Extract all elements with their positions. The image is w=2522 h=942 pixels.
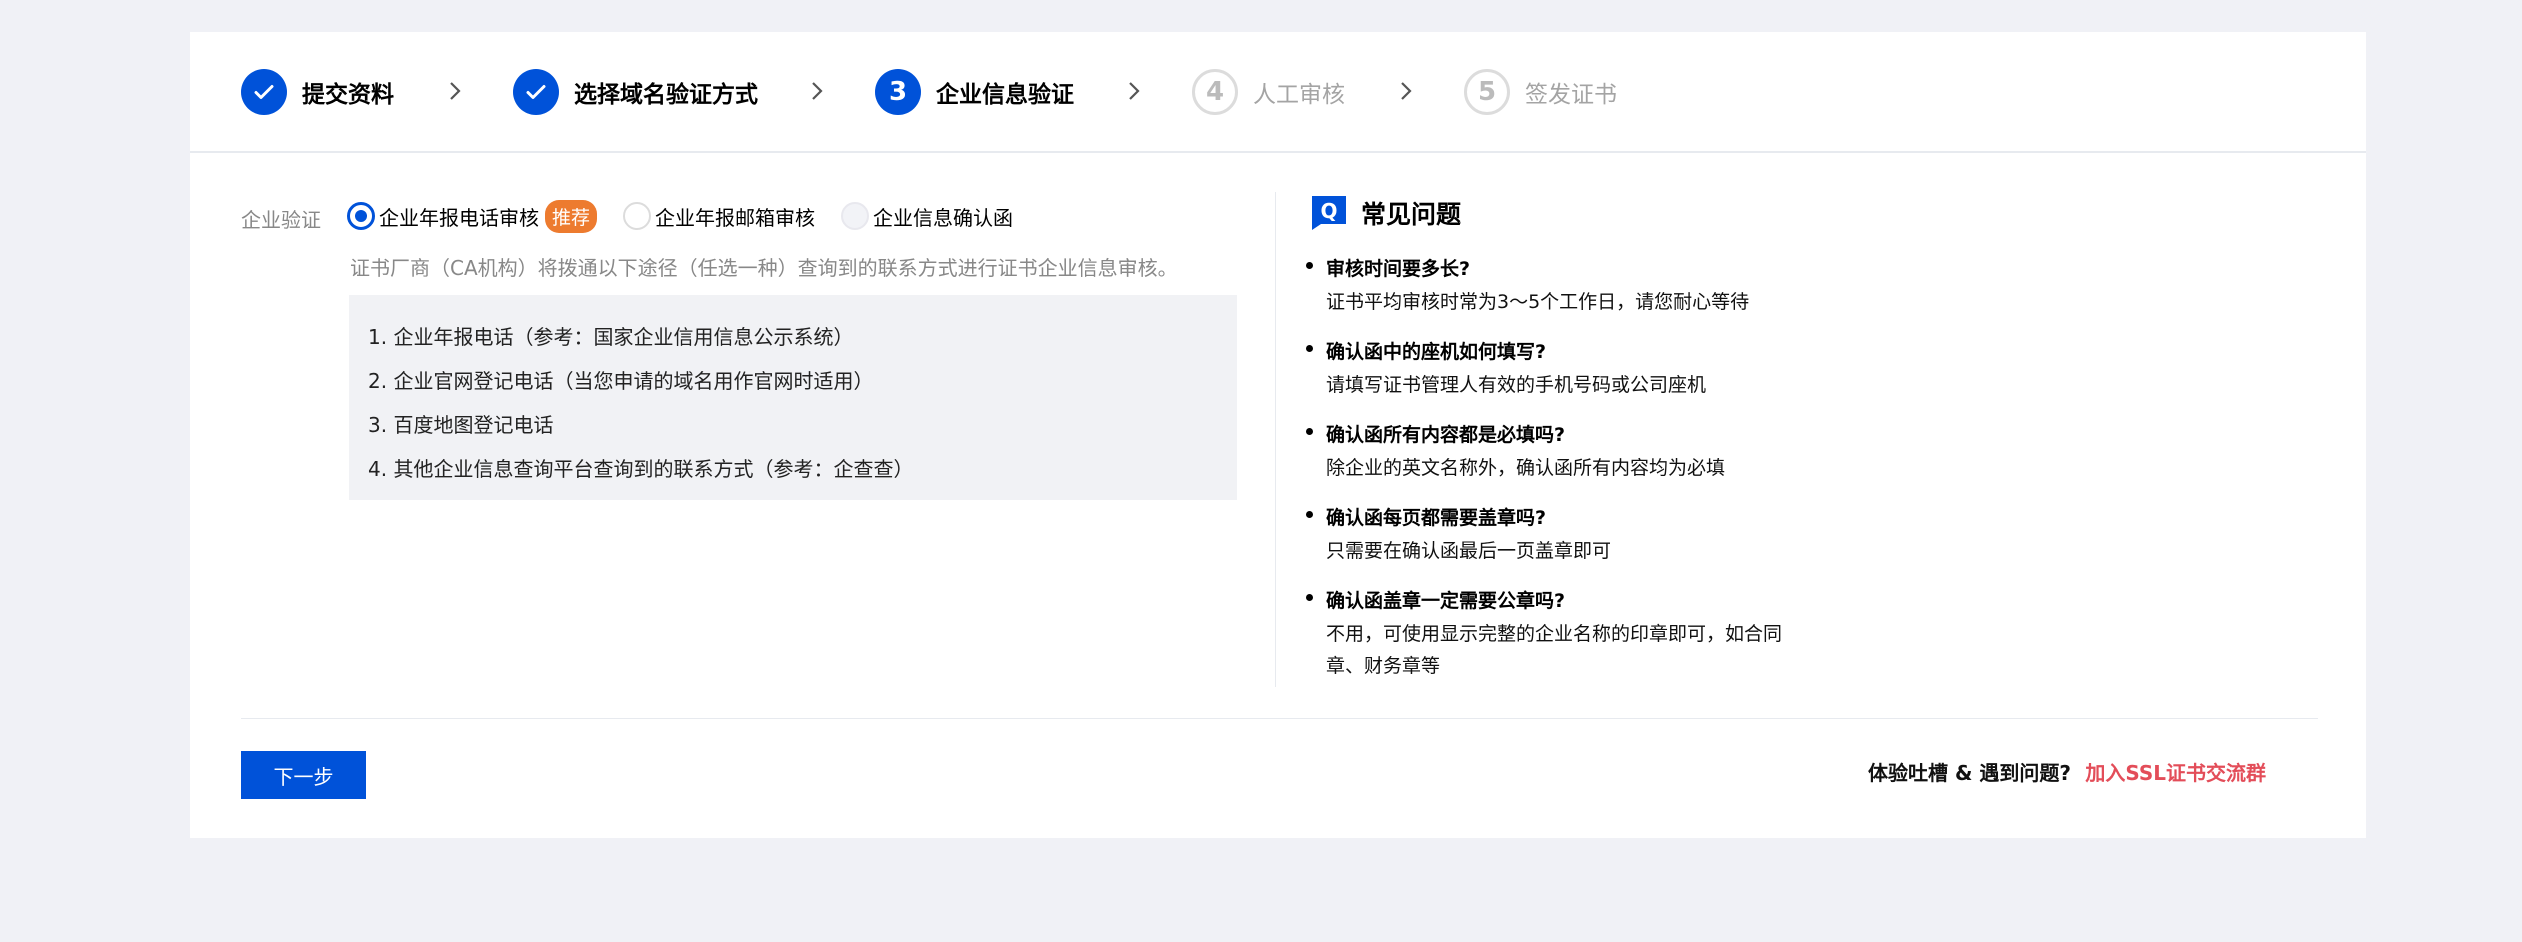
faq-item: 确认函中的座机如何填写? 请填写证书管理人有效的手机号码或公司座机 — [1302, 335, 1822, 401]
horizontal-divider — [241, 718, 2318, 719]
step-number: 5 — [1464, 69, 1510, 115]
faq-question: 确认函所有内容都是必填吗? — [1326, 424, 1566, 446]
faq-item: 审核时间要多长? 证书平均审核时常为3～5个工作日，请您耐心等待 — [1302, 252, 1822, 318]
join-group-link[interactable]: 加入SSL证书交流群 — [2085, 761, 2266, 785]
radio-option-phone[interactable]: 企业年报电话审核 推荐 — [347, 199, 598, 233]
faq-list: 审核时间要多长? 证书平均审核时常为3～5个工作日，请您耐心等待 确认函中的座机… — [1302, 252, 1822, 699]
step-label: 签发证书 — [1525, 82, 1617, 108]
chevron-right-icon — [812, 82, 823, 100]
bullet-icon — [1306, 262, 1313, 269]
bullet-icon — [1306, 511, 1313, 518]
svg-text:Q: Q — [1320, 199, 1337, 223]
step-domain-validation: 选择域名验证方式 — [513, 68, 758, 116]
step-manual-review: 4 人工审核 — [1192, 68, 1345, 116]
step-label: 选择域名验证方式 — [574, 82, 758, 108]
faq-answer: 证书平均审核时常为3～5个工作日，请您耐心等待 — [1326, 291, 1750, 313]
field-label-company-verify: 企业验证 — [241, 208, 321, 232]
faq-item: 确认函所有内容都是必填吗? 除企业的英文名称外，确认函所有内容均为必填 — [1302, 418, 1822, 484]
faq-title: 常见问题 — [1361, 200, 1462, 229]
step-number: 3 — [875, 69, 921, 115]
step-indicator: 提交资料 选择域名验证方式 3 企业信息验证 4 人工审核 5 签发证书 — [190, 32, 2366, 153]
faq-icon: Q — [1312, 196, 1346, 230]
chevron-right-icon — [1129, 82, 1140, 100]
bullet-icon — [1306, 594, 1313, 601]
list-item: 4. 其他企业信息查询平台查询到的联系方式（参考：企查查） — [368, 457, 914, 481]
recommend-badge: 推荐 — [545, 199, 598, 233]
faq-answer: 只需要在确认函最后一页盖章即可 — [1326, 540, 1612, 562]
step-company-verify: 3 企业信息验证 — [875, 68, 1074, 116]
vertical-divider — [1275, 192, 1276, 687]
faq-item: 确认函盖章一定需要公章吗? 不用，可使用显示完整的企业名称的印章即可，如合同章、… — [1302, 584, 1822, 682]
radio-button[interactable] — [841, 202, 870, 230]
faq-item: 确认函每页都需要盖章吗? 只需要在确认函最后一页盖章即可 — [1302, 501, 1822, 567]
bullet-icon — [1306, 428, 1313, 435]
list-item: 2. 企业官网登记电话（当您申请的域名用作官网时适用） — [368, 369, 874, 393]
ssl-apply-card: 提交资料 选择域名验证方式 3 企业信息验证 4 人工审核 5 签发证书 企业验… — [190, 32, 2366, 838]
feedback-area: 体验吐槽 & 遇到问题? 加入SSL证书交流群 — [1868, 757, 2266, 786]
chevron-right-icon — [1401, 82, 1412, 100]
verify-method-radio-group: 企业年报电话审核 推荐 企业年报邮箱审核 企业信息确认函 — [347, 198, 1039, 234]
step-label: 提交资料 — [302, 82, 394, 108]
radio-label: 企业年报电话审核 — [379, 205, 539, 230]
faq-question: 审核时间要多长? — [1326, 258, 1471, 280]
contact-source-list: 1. 企业年报电话（参考：国家企业信用信息公示系统） 2. 企业官网登记电话（当… — [349, 295, 1237, 500]
radio-label: 企业年报邮箱审核 — [655, 205, 816, 230]
verify-description: 证书厂商（CA机构）将拨通以下途径（任选一种）查询到的联系方式进行证书企业信息审… — [350, 256, 1178, 280]
radio-option-letter[interactable]: 企业信息确认函 — [841, 202, 1013, 231]
faq-answer: 请填写证书管理人有效的手机号码或公司座机 — [1326, 374, 1707, 396]
step-label: 人工审核 — [1253, 82, 1345, 108]
faq-question: 确认函每页都需要盖章吗? — [1326, 507, 1547, 529]
faq-header: Q 常见问题 — [1311, 195, 1461, 231]
check-icon — [241, 69, 287, 115]
step-submit-info: 提交资料 — [241, 68, 394, 116]
check-icon — [513, 69, 559, 115]
radio-button[interactable] — [623, 202, 652, 230]
step-number: 4 — [1192, 69, 1238, 115]
chevron-right-icon — [450, 82, 461, 100]
step-issue-cert: 5 签发证书 — [1464, 68, 1617, 116]
next-step-button[interactable]: 下一步 — [241, 751, 366, 799]
bullet-icon — [1306, 345, 1313, 352]
list-item: 3. 百度地图登记电话 — [368, 413, 554, 437]
radio-label: 企业信息确认函 — [873, 205, 1014, 230]
list-item: 1. 企业年报电话（参考：国家企业信用信息公示系统） — [368, 325, 854, 349]
faq-question: 确认函中的座机如何填写? — [1326, 341, 1547, 363]
feedback-text: 体验吐槽 & 遇到问题? — [1868, 761, 2071, 785]
radio-option-email[interactable]: 企业年报邮箱审核 — [623, 202, 815, 231]
faq-answer: 不用，可使用显示完整的企业名称的印章即可，如合同章、财务章等 — [1326, 623, 1783, 677]
radio-button[interactable] — [347, 202, 375, 230]
faq-answer: 除企业的英文名称外，确认函所有内容均为必填 — [1326, 457, 1726, 479]
faq-question: 确认函盖章一定需要公章吗? — [1326, 590, 1566, 612]
step-label: 企业信息验证 — [936, 82, 1074, 108]
